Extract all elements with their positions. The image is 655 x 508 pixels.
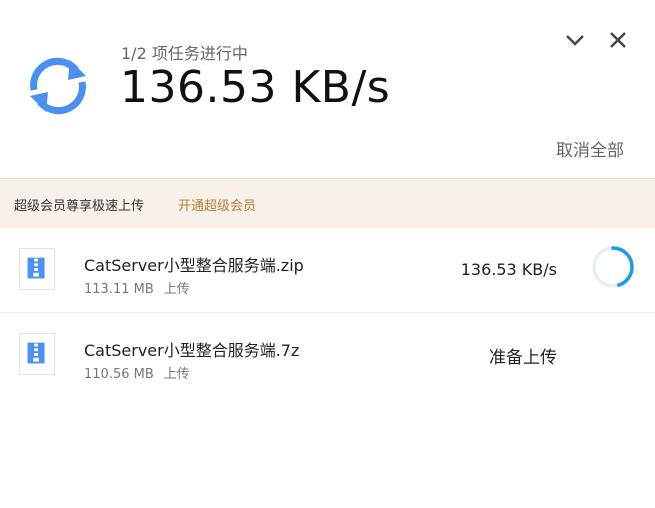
task-speed: 136.53 KB/s [460, 260, 557, 279]
file-meta: 110.56 MB 上传 [84, 363, 190, 382]
zip-file-icon [19, 333, 55, 375]
close-icon[interactable] [605, 28, 631, 52]
total-speed: 136.53 KB/s [120, 62, 391, 113]
upload-header: 1/2 项任务进行中 136.53 KB/s 取消全部 [0, 0, 655, 178]
task-count-text: 1/2 项任务进行中 [121, 44, 248, 63]
file-size: 113.11 MB [84, 282, 154, 297]
task-type: 上传 [163, 367, 190, 382]
file-name: CatServer小型整合服务端.zip [84, 256, 304, 275]
promo-text: 超级会员尊享极速上传 [14, 199, 145, 214]
file-meta: 113.11 MB 上传 [84, 278, 190, 297]
task-status: 准备上传 [489, 348, 557, 368]
sync-icon [30, 57, 86, 115]
progress-ring [592, 246, 634, 288]
promo-banner: 超级会员尊享极速上传 开通超级会员 [0, 178, 655, 228]
zip-file-icon [19, 248, 55, 290]
promo-link[interactable]: 开通超级会员 [178, 195, 256, 214]
cancel-all-button[interactable]: 取消全部 [556, 136, 624, 161]
task-row[interactable]: CatServer小型整合服务端.7z 110.56 MB 上传 准备上传 [0, 313, 655, 397]
file-size: 110.56 MB [84, 367, 154, 382]
chevron-down-icon[interactable] [562, 28, 588, 52]
task-row[interactable]: CatServer小型整合服务端.zip 113.11 MB 上传 136.53 … [0, 228, 655, 313]
task-type: 上传 [163, 282, 190, 297]
file-name: CatServer小型整合服务端.7z [84, 341, 300, 360]
